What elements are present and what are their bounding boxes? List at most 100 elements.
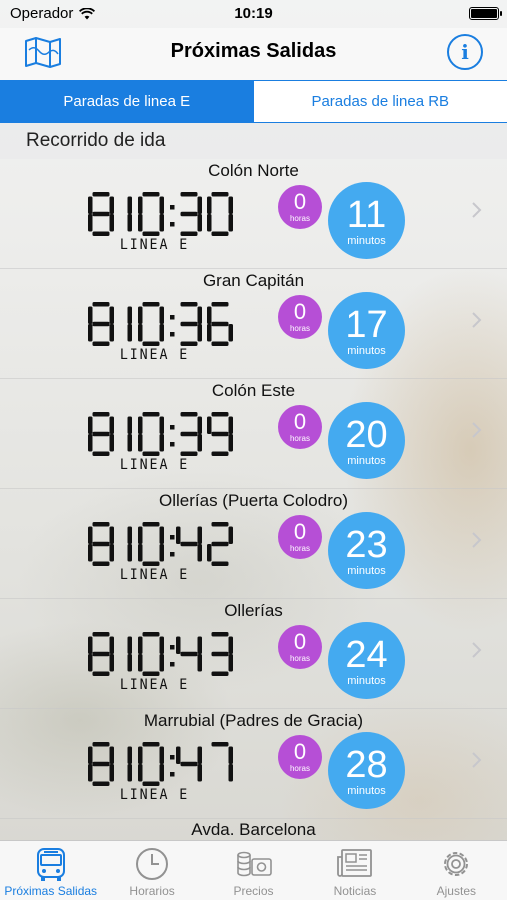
clock-segment [92, 761, 110, 767]
tab-proximas-salidas[interactable]: Próximas Salidas [0, 841, 101, 900]
clock-segment [88, 306, 93, 324]
clock-segment [142, 671, 160, 676]
departure-row[interactable]: Gran Capitán LINEA E 0 horas 17 minutos [0, 269, 507, 379]
clock-segment [138, 434, 143, 452]
clock-segment [142, 742, 160, 747]
departure-row[interactable]: Marrubial (Padres de Gracia) LINEA E 0 ho… [0, 709, 507, 819]
clock-segment [109, 416, 114, 434]
hours-unit: horas [289, 324, 310, 333]
departure-row[interactable]: Ollerías (Puerta Colodro) LINEA E 0 horas… [0, 489, 507, 599]
hours-value: 0 [293, 299, 307, 324]
clock-segment [138, 764, 143, 782]
info-icon[interactable]: i [447, 34, 483, 70]
minutes-unit: minutos [347, 675, 386, 687]
chevron-right-icon [472, 312, 482, 328]
clock-segment [211, 671, 229, 676]
clock-segment [142, 561, 160, 566]
clock-segment [92, 321, 110, 327]
clock-segment [92, 522, 110, 527]
clock-segment [92, 781, 110, 786]
clock-segment [92, 541, 110, 547]
clock-segment [127, 434, 132, 452]
clock-segment [159, 324, 164, 342]
tab-horarios[interactable]: Horarios [101, 841, 202, 900]
stop-name: Ollerías (Puerta Colodro) [159, 491, 348, 510]
clock-colon [170, 332, 175, 337]
departure-time-display [88, 412, 233, 456]
clock-segment [159, 416, 164, 434]
minutes-badge: 11 minutos [328, 182, 405, 259]
stop-name: Colón Este [211, 381, 296, 400]
clock-segment [159, 636, 164, 654]
clock-segment [180, 321, 198, 327]
clock-segment [180, 431, 198, 437]
clock-segment [211, 431, 229, 437]
departures-list: Colón Norte LINEA E 0 horas 11 minutos Gra… [0, 159, 507, 819]
tab-precios[interactable]: Precios [203, 841, 304, 900]
clock-colon [170, 755, 175, 760]
departure-row[interactable]: Colón Este LINEA E 0 horas 20 minutos [0, 379, 507, 489]
departure-row[interactable]: Ollerías LINEA E 0 horas 24 minutos [0, 599, 507, 709]
line-label: LINEA E [119, 567, 190, 583]
line-label: LINEA E [119, 787, 190, 803]
clock-segment [92, 302, 110, 307]
departure-row[interactable]: Colón Norte LINEA E 0 horas 11 minutos [0, 159, 507, 269]
tab-label: Ajustes [436, 884, 476, 898]
clock-segment [211, 451, 229, 456]
segment-linea-rb[interactable]: Paradas de linea RB [254, 81, 507, 122]
clock-colon [170, 222, 175, 227]
gear-icon [444, 852, 469, 876]
clock-segment [180, 651, 198, 657]
clock-segment [197, 544, 202, 562]
clock-colon [170, 442, 175, 447]
tab-noticias[interactable]: Noticias [304, 841, 405, 900]
clock-segment [159, 214, 164, 232]
battery-icon [469, 7, 502, 20]
clock-segment [197, 764, 202, 782]
clock-segment [176, 746, 181, 764]
hours-value: 0 [293, 739, 307, 764]
clock-segment [138, 636, 143, 654]
clock-segment [88, 746, 93, 764]
clock-segment [159, 434, 164, 452]
clock-segment [211, 742, 229, 747]
clock-segment [207, 544, 212, 562]
minutes-value: 24 [345, 634, 388, 676]
minutes-unit: minutos [347, 565, 386, 577]
clock-segment [159, 196, 164, 214]
clock-segment [142, 302, 160, 307]
clock-segment [92, 412, 110, 417]
clock-segment [88, 544, 93, 562]
clock-segment [180, 541, 198, 547]
clock-segment [109, 526, 114, 544]
line-segmented-control: Paradas de linea E Paradas de linea RB [0, 80, 507, 123]
stop-name: Ollerías [224, 601, 283, 620]
clock-segment [159, 526, 164, 544]
clock-segment [92, 341, 110, 346]
clock-segment [127, 764, 132, 782]
tab-ajustes[interactable]: Ajustes [406, 841, 507, 900]
clock-segment [127, 416, 132, 434]
departure-time-display [88, 522, 233, 566]
status-bar: Operador 10:19 [0, 0, 507, 28]
clock-segment [228, 764, 233, 782]
clock-segment [197, 526, 202, 544]
clock-segment [138, 526, 143, 544]
minutes-badge: 17 minutos [328, 292, 405, 369]
segment-linea-e[interactable]: Paradas de linea E [0, 81, 254, 122]
minutes-unit: minutos [347, 785, 386, 797]
line-label: LINEA E [119, 347, 190, 363]
stop-name: Colón Norte [208, 161, 299, 180]
hours-unit: horas [289, 544, 310, 553]
clock-segment [180, 451, 198, 456]
clock-segment [211, 192, 229, 197]
clock-segment [159, 654, 164, 672]
clock-segment [180, 211, 198, 217]
clock-segment [138, 416, 143, 434]
clock-segment [88, 196, 93, 214]
minutes-value: 11 [346, 194, 387, 236]
stop-name-partial[interactable]: Avda. Barcelona [0, 820, 507, 840]
clock-colon [170, 662, 175, 667]
clock-colon [170, 205, 175, 210]
tab-label: Noticias [333, 884, 377, 898]
